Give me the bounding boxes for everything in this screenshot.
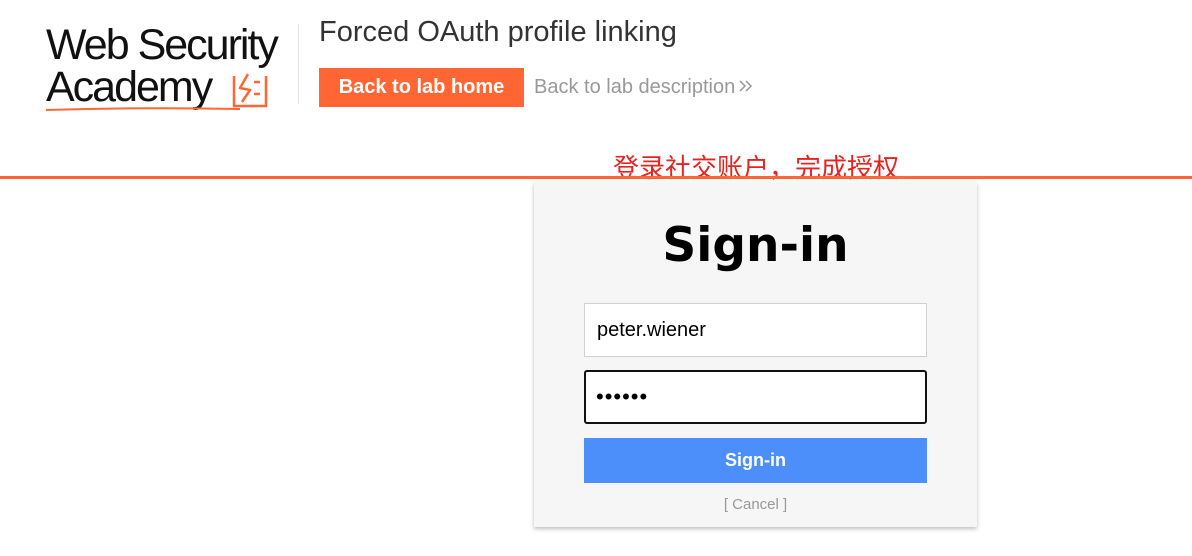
logo-underline	[45, 107, 241, 111]
signin-title: Sign-in	[662, 218, 849, 273]
web-security-academy-logo[interactable]: Web Security Academy	[44, 22, 296, 114]
signin-card: Sign-in peter.wiener •••••• Sign-in [ Ca…	[534, 182, 977, 527]
password-input[interactable]: ••••••	[584, 370, 927, 424]
signin-button[interactable]: Sign-in	[584, 438, 927, 483]
signin-button-label: Sign-in	[725, 450, 786, 470]
logo-text-line1: Web Security	[46, 21, 279, 69]
double-chevron-right-icon	[739, 80, 753, 92]
logo-text-line2: Academy	[46, 63, 213, 111]
header-divider	[298, 24, 299, 104]
back-to-lab-home-button[interactable]: Back to lab home	[319, 68, 524, 107]
lab-title: Forced OAuth profile linking	[319, 16, 677, 48]
back-to-lab-description-label: Back to lab description	[534, 76, 736, 98]
back-to-lab-home-label: Back to lab home	[338, 76, 505, 98]
header-accent-line	[0, 176, 1192, 179]
cancel-link[interactable]: [ Cancel ]	[534, 496, 977, 513]
password-value: ••••••	[596, 384, 649, 409]
annotation-text: 登录社交账户，完成授权	[613, 154, 900, 184]
username-input[interactable]: peter.wiener	[584, 303, 927, 357]
academy-flask-icon	[232, 73, 268, 108]
username-value: peter.wiener	[597, 318, 706, 341]
back-to-lab-description-link[interactable]: Back to lab description	[534, 76, 754, 99]
